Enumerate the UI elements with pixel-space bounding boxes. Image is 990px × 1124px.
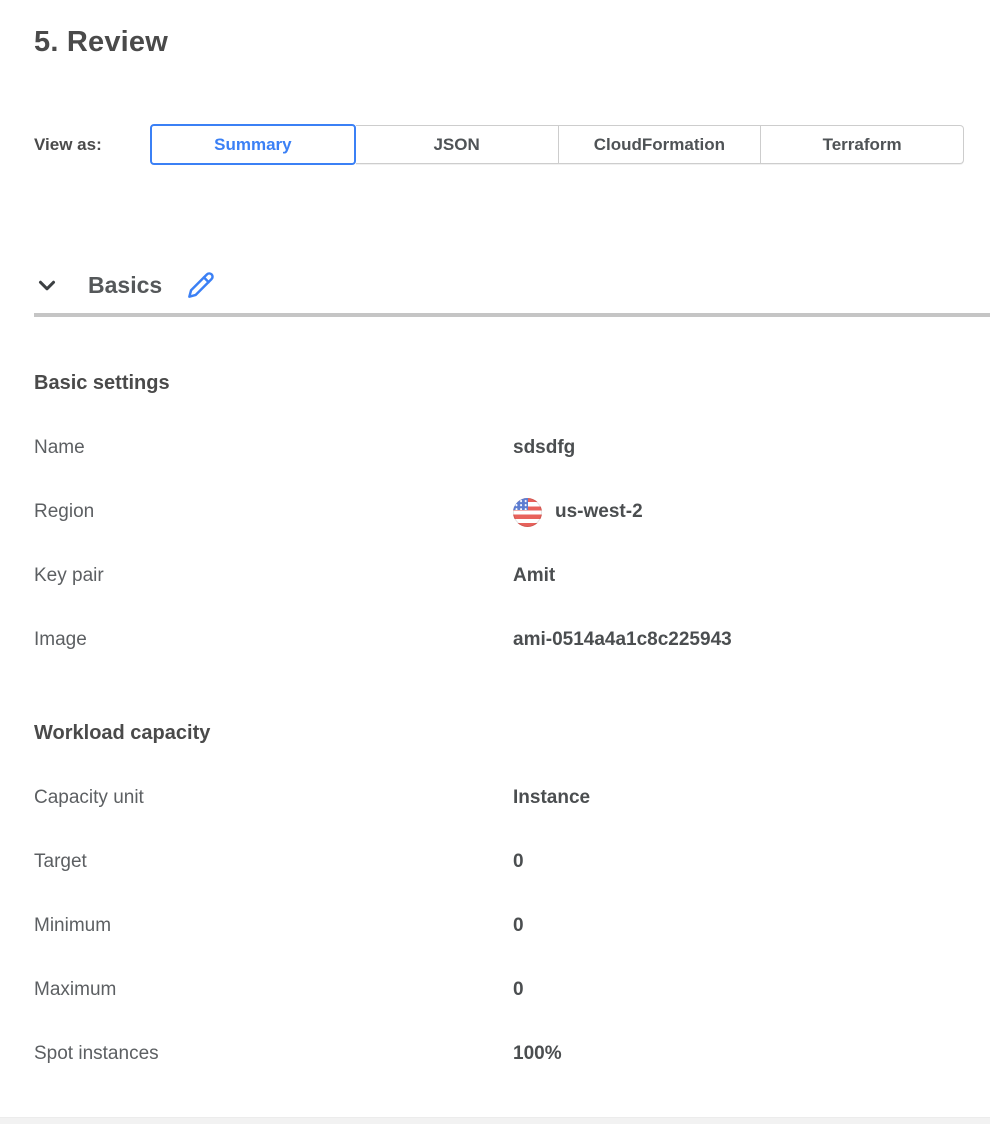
page-title: 5. Review — [34, 26, 964, 59]
row-value: Amit — [513, 565, 555, 587]
tab-terraform[interactable]: Terraform — [761, 125, 964, 164]
row-label: Target — [34, 851, 513, 873]
basics-section-header: Basics — [34, 271, 964, 299]
row-image: Image ami-0514a4a1c8c225943 — [34, 608, 964, 672]
row-label: Capacity unit — [34, 787, 513, 809]
edit-basics-button[interactable] — [187, 271, 215, 299]
row-name: Name sdsdfg — [34, 416, 964, 480]
view-as-label: View as: — [34, 135, 150, 155]
section-divider — [34, 313, 990, 317]
row-region: Region us-west-2 — [34, 480, 964, 544]
row-label: Name — [34, 437, 513, 459]
row-label: Region — [34, 501, 513, 523]
row-value: 100% — [513, 1043, 562, 1065]
view-as-tab-group: Summary JSON CloudFormation Terraform — [150, 124, 964, 165]
row-value: 0 — [513, 851, 524, 873]
row-value: us-west-2 — [513, 498, 643, 527]
group-heading-workload-capacity: Workload capacity — [34, 722, 964, 745]
basics-section-title: Basics — [88, 272, 162, 299]
workload-capacity-rows: Capacity unit Instance Target 0 Minimum … — [34, 766, 964, 1086]
row-label: Image — [34, 629, 513, 651]
row-label: Maximum — [34, 979, 513, 1001]
us-flag-icon — [513, 498, 542, 527]
row-maximum: Maximum 0 — [34, 958, 964, 1022]
tab-summary[interactable]: Summary — [150, 124, 356, 165]
chevron-down-icon — [34, 272, 60, 298]
row-capacity-unit: Capacity unit Instance — [34, 766, 964, 830]
review-page: 5. Review View as: Summary JSON CloudFor… — [0, 26, 990, 1086]
edit-pencil-icon — [187, 271, 215, 299]
basic-settings-rows: Name sdsdfg Region us-west-2 Key pair Am… — [34, 416, 964, 672]
row-label: Key pair — [34, 565, 513, 587]
row-label: Minimum — [34, 915, 513, 937]
row-target: Target 0 — [34, 830, 964, 894]
row-label: Spot instances — [34, 1043, 513, 1065]
tab-cloudformation[interactable]: CloudFormation — [559, 125, 762, 164]
row-minimum: Minimum 0 — [34, 894, 964, 958]
row-value: Instance — [513, 787, 590, 809]
row-value: 0 — [513, 915, 524, 937]
row-spot-instances: Spot instances 100% — [34, 1022, 964, 1086]
next-section-edge — [0, 1117, 990, 1124]
collapse-basics-button[interactable] — [34, 272, 60, 298]
row-value: sdsdfg — [513, 437, 575, 459]
row-key-pair: Key pair Amit — [34, 544, 964, 608]
group-heading-basic-settings: Basic settings — [34, 372, 964, 395]
view-as-row: View as: Summary JSON CloudFormation Ter… — [34, 124, 964, 165]
row-value: 0 — [513, 979, 524, 1001]
tab-json[interactable]: JSON — [356, 125, 559, 164]
row-value: ami-0514a4a1c8c225943 — [513, 629, 732, 651]
region-value: us-west-2 — [555, 501, 643, 523]
